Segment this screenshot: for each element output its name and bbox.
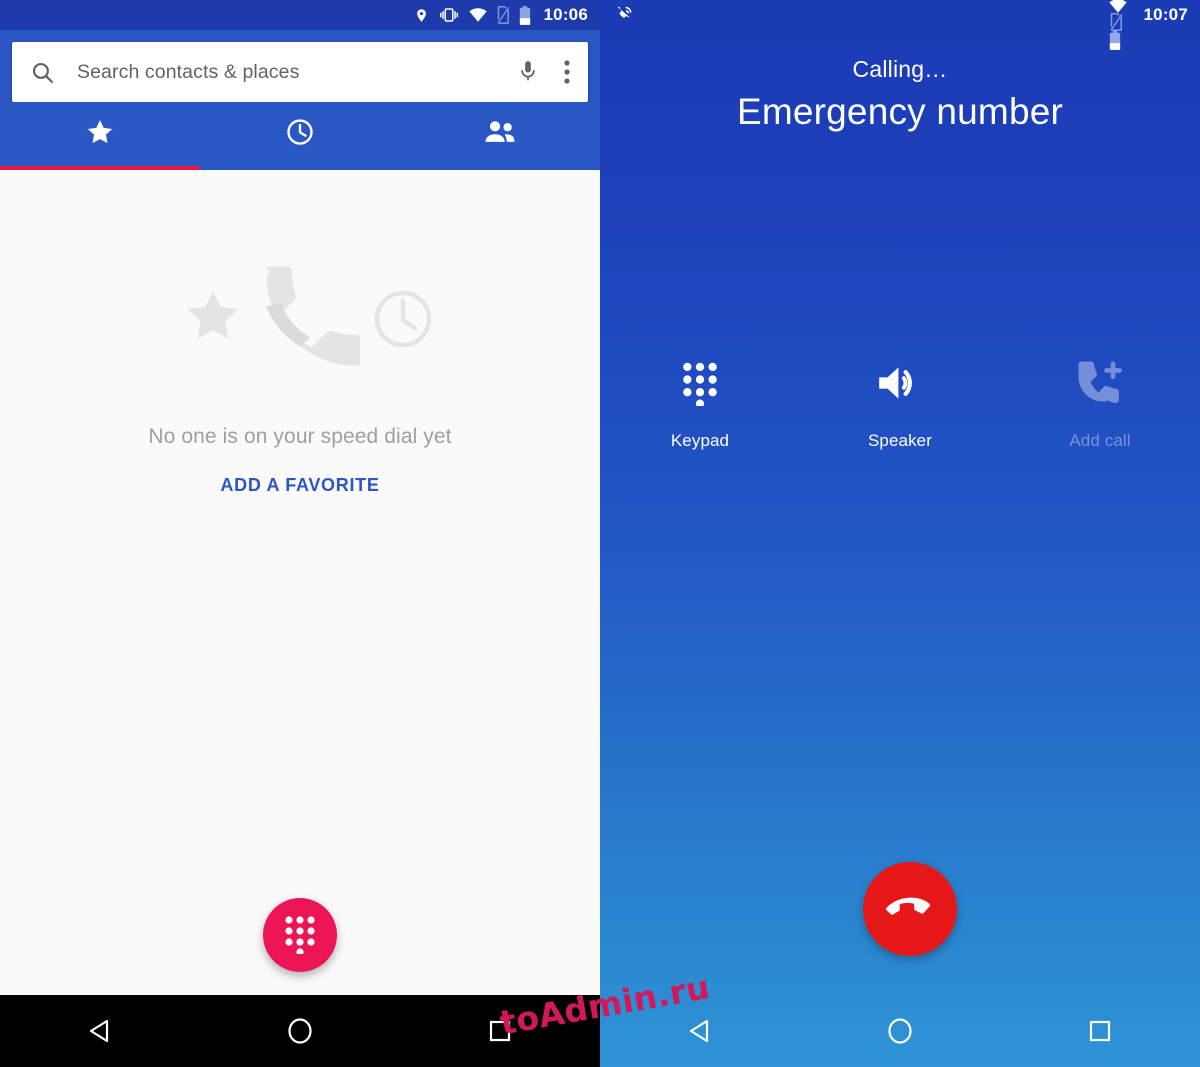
- status-bar-time: 10:06: [543, 5, 588, 24]
- no-sim-icon: [1109, 12, 1131, 31]
- nav-bar-right: [600, 995, 1200, 1067]
- status-bar-time: 10:07: [1143, 5, 1188, 24]
- no-sim-icon: [496, 6, 510, 24]
- dialer-tab-bar: [0, 102, 600, 166]
- tab-indicator-inactive-1: [200, 166, 400, 170]
- add-call-icon: [1075, 355, 1125, 411]
- call-header: Calling… Emergency number: [600, 56, 1200, 133]
- vibrate-icon: [438, 6, 460, 24]
- home-circle-icon[interactable]: [860, 1007, 940, 1055]
- phone-screen-incall: 10:07 Calling… Emergency number Keypad S…: [600, 0, 1200, 1067]
- recents-square-icon[interactable]: [1060, 1007, 1140, 1055]
- in-call-controls: Keypad Speaker Add call: [600, 355, 1200, 451]
- recents-square-icon[interactable]: [460, 1007, 540, 1055]
- control-speaker[interactable]: Speaker: [800, 355, 1000, 451]
- wifi-icon: [468, 8, 487, 22]
- control-label: Speaker: [867, 431, 933, 450]
- control-keypad[interactable]: Keypad: [600, 355, 800, 451]
- tab-indicator-track: [0, 166, 600, 170]
- control-add-call: Add call: [1000, 355, 1200, 451]
- star-phone-clock-illustration: [150, 263, 450, 383]
- home-circle-icon[interactable]: [260, 1007, 340, 1055]
- dialpad-icon: [283, 914, 317, 957]
- microphone-icon[interactable]: [518, 59, 538, 85]
- tab-indicator-inactive-2: [400, 166, 600, 170]
- wifi-icon: [1108, 0, 1131, 13]
- control-label: Add call: [1069, 431, 1131, 450]
- search-icon: [30, 60, 55, 85]
- people-icon: [484, 119, 516, 150]
- battery-icon: [519, 5, 531, 25]
- phone-screen-dialer: 10:06 Search contacts & places No one is…: [0, 0, 600, 1067]
- location-pin-icon: [414, 6, 429, 25]
- favorites-empty-body: No one is on your speed dial yet ADD A F…: [0, 205, 600, 995]
- speaker-icon: [876, 355, 924, 411]
- search-input[interactable]: Search contacts & places: [77, 61, 518, 84]
- empty-state-message: No one is on your speed dial yet: [148, 425, 452, 448]
- status-icons-left: [414, 5, 531, 25]
- dialpad-fab-button[interactable]: [263, 898, 337, 972]
- add-a-favorite-button[interactable]: ADD A FAVORITE: [220, 475, 379, 496]
- tab-indicator-active: [0, 166, 200, 170]
- ongoing-call-icon: [612, 4, 634, 26]
- dialer-header: Search contacts & places: [0, 30, 600, 102]
- status-bar-right: 10:07: [600, 0, 1200, 50]
- call-end-icon: [884, 882, 936, 937]
- status-bar-left: 10:06: [0, 0, 600, 30]
- status-icons-right: [1108, 0, 1131, 50]
- back-triangle-icon[interactable]: [660, 1007, 740, 1055]
- call-contact-name: Emergency number: [736, 91, 1064, 132]
- tab-contacts[interactable]: [400, 102, 600, 166]
- tab-favorites[interactable]: [0, 102, 200, 166]
- dual-screenshot-container: 10:06 Search contacts & places No one is…: [0, 0, 1200, 1067]
- nav-bar-left: [0, 995, 600, 1067]
- tab-recents[interactable]: [200, 102, 400, 166]
- empty-state: No one is on your speed dial yet ADD A F…: [0, 263, 600, 496]
- search-bar[interactable]: Search contacts & places: [12, 42, 588, 102]
- battery-icon: [1109, 30, 1131, 50]
- star-icon: [85, 117, 115, 152]
- control-label: Keypad: [670, 431, 730, 450]
- more-vert-icon[interactable]: [564, 59, 570, 85]
- clock-icon: [285, 117, 315, 152]
- dialpad-icon: [680, 355, 720, 411]
- end-call-button[interactable]: [863, 862, 957, 956]
- call-status-text: Calling…: [852, 56, 948, 82]
- back-triangle-icon[interactable]: [60, 1007, 140, 1055]
